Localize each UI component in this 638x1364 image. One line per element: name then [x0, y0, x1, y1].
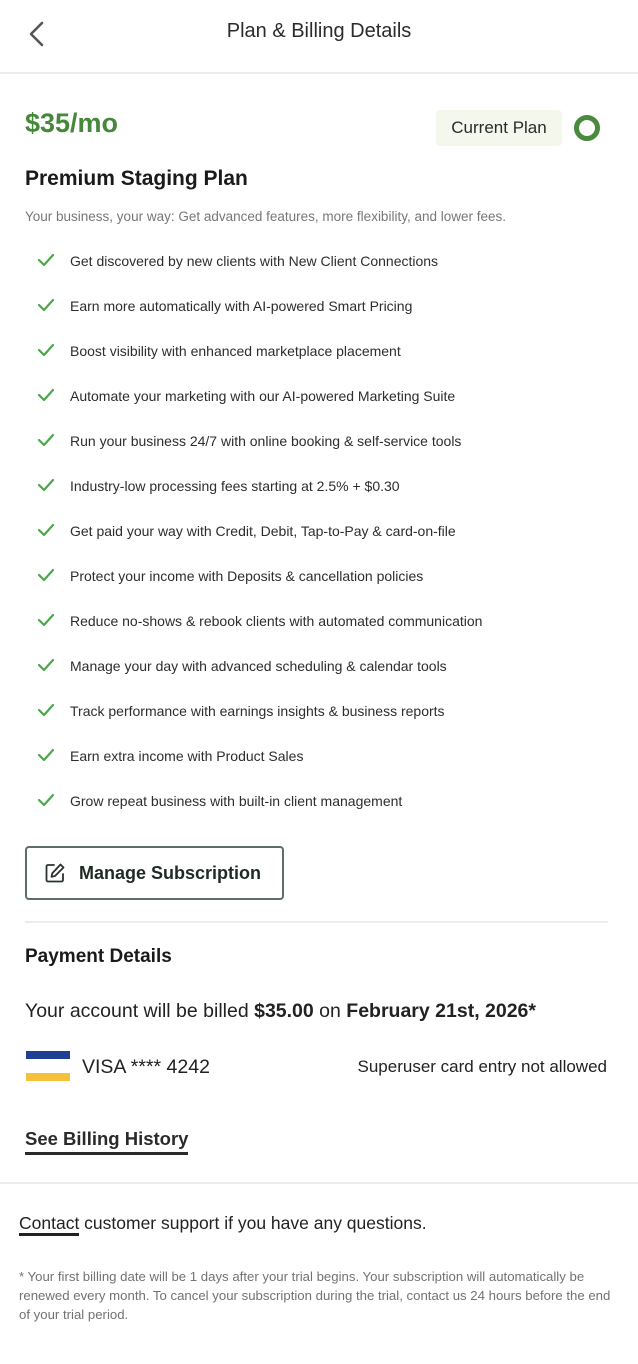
feature-text: Get discovered by new clients with New C… [70, 253, 439, 269]
feature-item: Boost visibility with enhanced marketpla… [0, 329, 638, 374]
check-icon [37, 343, 55, 357]
feature-item: Industry-low processing fees starting at… [0, 464, 638, 509]
check-icon [37, 613, 55, 627]
plan-name: Premium Staging Plan [25, 167, 248, 190]
header-bar: Plan & Billing Details [0, 0, 638, 74]
feature-text: Track performance with earnings insights… [70, 703, 445, 719]
check-icon [37, 388, 55, 402]
check-icon [37, 523, 55, 537]
edit-icon [45, 863, 65, 883]
billing-date: February 21st, 2026* [346, 1000, 536, 1022]
section-divider [25, 921, 608, 923]
feature-item: Get discovered by new clients with New C… [0, 239, 638, 284]
check-icon [37, 568, 55, 582]
card-number: VISA **** 4242 [82, 1056, 210, 1078]
radio-selected-icon[interactable] [574, 115, 600, 141]
billing-prefix: Your account will be billed [25, 1000, 249, 1022]
feature-text: Manage your day with advanced scheduling… [70, 658, 447, 674]
feature-item: Earn more automatically with AI-powered … [0, 284, 638, 329]
payment-details-title: Payment Details [25, 946, 172, 967]
feature-item: Manage your day with advanced scheduling… [0, 644, 638, 689]
feature-text: Run your business 24/7 with online booki… [70, 433, 462, 449]
feature-item: Reduce no-shows & rebook clients with au… [0, 599, 638, 644]
contact-link[interactable]: Contact [19, 1213, 80, 1236]
feature-text: Boost visibility with enhanced marketpla… [70, 343, 401, 359]
billing-amount: $35.00 [254, 1000, 314, 1022]
feature-item: Grow repeat business with built-in clien… [0, 779, 638, 824]
page-title: Plan & Billing Details [226, 20, 412, 42]
feature-list: Get discovered by new clients with New C… [0, 239, 638, 824]
manage-subscription-button[interactable]: Manage Subscription [25, 846, 284, 900]
billing-history-link[interactable]: See Billing History [25, 1128, 189, 1155]
trial-footnote: * Your first billing date will be 1 days… [19, 1269, 611, 1322]
feature-text: Industry-low processing fees starting at… [70, 478, 400, 494]
check-icon [37, 703, 55, 717]
feature-text: Earn extra income with Product Sales [70, 748, 304, 764]
check-icon [37, 298, 55, 312]
plan-description: Your business, your way: Get advanced fe… [25, 209, 506, 224]
feature-item: Get paid your way with Credit, Debit, Ta… [0, 509, 638, 554]
billing-on: on [319, 1000, 341, 1022]
feature-item: Run your business 24/7 with online booki… [0, 419, 638, 464]
billing-summary: Your account will be billed $35.00 on Fe… [25, 1000, 536, 1023]
feature-text: Earn more automatically with AI-powered … [70, 298, 413, 314]
feature-item: Automate your marketing with our AI-powe… [0, 374, 638, 419]
check-icon [37, 793, 55, 807]
check-icon [37, 253, 55, 267]
card-entry-note: Superuser card entry not allowed [357, 1057, 607, 1076]
check-icon [37, 748, 55, 762]
check-icon [37, 478, 55, 492]
feature-text: Protect your income with Deposits & canc… [70, 568, 424, 584]
feature-text: Reduce no-shows & rebook clients with au… [70, 613, 483, 629]
visa-card-icon [26, 1051, 70, 1081]
feature-text: Get paid your way with Credit, Debit, Ta… [70, 523, 456, 539]
plan-price: $35/mo [25, 108, 119, 138]
check-icon [37, 433, 55, 447]
support-text: customer support if you have any questio… [79, 1213, 427, 1233]
manage-subscription-label: Manage Subscription [79, 862, 262, 883]
check-icon [37, 658, 55, 672]
feature-item: Earn extra income with Product Sales [0, 734, 638, 779]
feature-item: Protect your income with Deposits & canc… [0, 554, 638, 599]
support-line: Contact customer support if you have any… [19, 1213, 427, 1236]
feature-item: Track performance with earnings insights… [0, 689, 638, 734]
feature-text: Grow repeat business with built-in clien… [70, 793, 403, 809]
current-plan-badge: Current Plan [436, 110, 562, 146]
feature-text: Automate your marketing with our AI-powe… [70, 388, 456, 404]
